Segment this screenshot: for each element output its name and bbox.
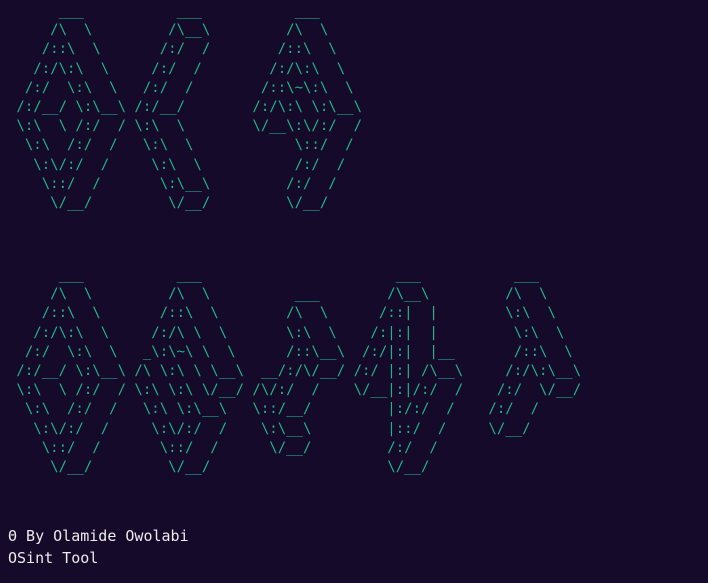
author-credit: Θ By Olamide Owolabi <box>8 527 189 545</box>
ascii-banner-top: ___ ___ ___ /\ \ /\__\ /\ \ /::\ \ /:/ /… <box>16 3 363 212</box>
terminal-window: ___ ___ ___ /\ \ /\__\ /\ \ /::\ \ /:/ /… <box>0 0 708 583</box>
ascii-banner-bottom: ___ ___ ___ ___ /\ \ /\ \ ___ /\__\ /\ \… <box>16 267 582 476</box>
tool-tagline: OSint Tool <box>8 549 99 567</box>
